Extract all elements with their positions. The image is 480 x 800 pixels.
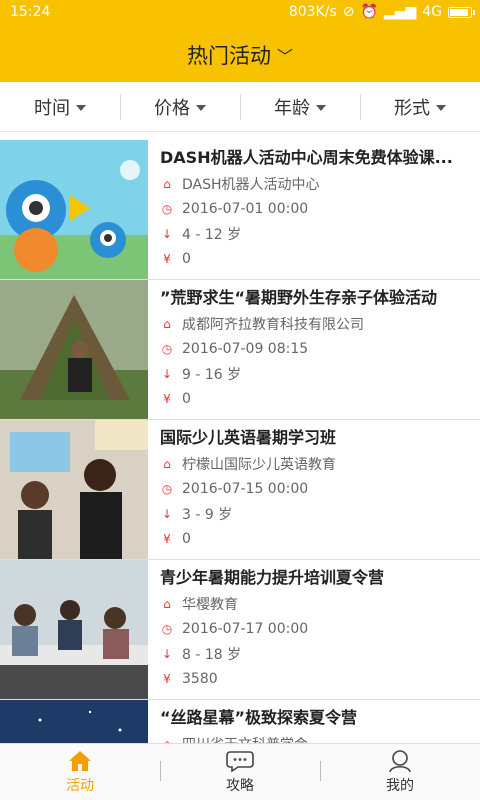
nav-guides[interactable]: 攻略: [160, 744, 320, 800]
status-bar: 15:24 803K/s ⊘ ⏰ ▂▄▆ 4G: [0, 0, 480, 26]
activity-info: ”荒野求生“暑期野外生存亲子体验活动 ⌂ 成都阿齐拉教育科技有限公司 ◷ 2016-…: [160, 280, 474, 408]
chat-bubble-icon: [226, 751, 254, 773]
nav-label: 攻略: [226, 778, 254, 794]
filter-age[interactable]: 年龄: [240, 82, 360, 131]
activity-info: 国际少儿英语暑期学习班 ⌂ 柠檬山国际少儿英语教育 ◷ 2016-07-15 00:…: [160, 420, 474, 548]
app-header: 热门活动 ﹀: [0, 26, 480, 82]
clock-icon: ◷: [161, 342, 173, 356]
network-type: 4G: [422, 4, 442, 20]
home-icon: [69, 751, 91, 771]
battery-icon: [448, 6, 475, 18]
clock-icon: ◷: [161, 202, 173, 216]
filter-label: 年龄: [274, 97, 310, 119]
activity-info: DASH机器人活动中心周末免费体验课... ⌂ DASH机器人活动中心 ◷ 2016…: [160, 140, 474, 268]
activity-title: ”荒野求生“暑期野外生存亲子体验活动: [160, 288, 438, 307]
activity-item[interactable]: ”荒野求生“暑期野外生存亲子体验活动 ⌂ 成都阿齐拉教育科技有限公司 ◷ 2016-…: [0, 280, 480, 420]
activity-org: ⌂ DASH机器人活动中心: [160, 175, 474, 193]
activity-date: ◷ 2016-07-15 00:00: [161, 481, 309, 497]
filter-time[interactable]: 时间: [0, 82, 120, 131]
activity-title: 青少年暑期能力提升培训夏令营: [160, 568, 385, 587]
status-time: 15:24: [10, 4, 51, 20]
filter-label: 价格: [154, 97, 190, 119]
activity-price: ¥3580: [160, 670, 474, 688]
user-icon: [389, 750, 411, 773]
activity-age: ↓ 3 - 9 岁: [161, 507, 233, 523]
activity-thumbnail: [0, 700, 148, 743]
activity-item[interactable]: 国际少儿英语暑期学习班 ⌂ 柠檬山国际少儿英语教育 ◷ 2016-07-15 00:…: [0, 420, 480, 560]
activity-date: ◷ 2016-07-09 08:15: [161, 341, 309, 357]
chevron-down-icon: ﹀: [276, 47, 293, 66]
caret-down-icon: [436, 104, 446, 111]
activity-price: ¥0: [160, 530, 474, 548]
yen-icon: ¥: [163, 672, 171, 686]
activity-thumbnail: [0, 560, 148, 699]
activity-item[interactable]: 青少年暑期能力提升培训夏令营 ⌂ 华樱教育 ◷ 2016-07-17 00:00 ↓…: [0, 560, 480, 700]
home-icon: ⌂: [163, 177, 171, 191]
activity-title: “丝路星幕”极致探索夏令营: [160, 708, 358, 727]
activity-org: ⌂ 华樱教育: [160, 595, 474, 613]
nav-activities[interactable]: 活动: [0, 744, 160, 800]
yen-icon: ¥: [163, 252, 171, 266]
yen-icon: ¥: [163, 392, 171, 406]
home-icon: ⌂: [163, 597, 171, 611]
activity-title: 国际少儿英语暑期学习班: [160, 428, 337, 447]
nav-profile[interactable]: 我的: [320, 744, 480, 800]
activity-title: DASH机器人活动中心周末免费体验课...: [160, 148, 453, 167]
filter-label: 形式: [394, 97, 430, 119]
activity-thumbnail: [0, 280, 148, 419]
activity-info: 青少年暑期能力提升培训夏令营 ⌂ 华樱教育 ◷ 2016-07-17 00:00 ↓…: [160, 560, 474, 688]
home-icon: ⌂: [163, 457, 171, 471]
activity-age: ↓ 9 - 16 岁: [161, 367, 242, 383]
home-icon: ⌂: [163, 317, 171, 331]
activity-list: DASH机器人活动中心周末免费体验课... ⌂ DASH机器人活动中心 ◷ 2016…: [0, 140, 480, 743]
clock-icon: ◷: [161, 622, 173, 636]
activity-price: ¥0: [160, 390, 474, 408]
network-speed: 803K/s: [288, 4, 337, 20]
sort-number-icon: ↓: [161, 227, 173, 241]
filter-format[interactable]: 形式: [360, 82, 480, 131]
category-dropdown[interactable]: 热门活动 ﹀: [0, 40, 480, 70]
mute-icon: ⊘: [342, 4, 355, 20]
caret-down-icon: [76, 104, 86, 111]
sort-number-icon: ↓: [161, 367, 173, 381]
bottom-nav: 活动 攻略 我的: [0, 743, 480, 800]
activity-age: ↓ 8 - 18 岁: [161, 647, 242, 663]
activity-price: ¥0: [160, 250, 474, 268]
filter-bar: 时间 价格 年龄 形式: [0, 82, 480, 132]
activity-item[interactable]: DASH机器人活动中心周末免费体验课... ⌂ DASH机器人活动中心 ◷ 2016…: [0, 140, 480, 280]
sort-number-icon: ↓: [161, 507, 173, 521]
activity-thumbnail: [0, 140, 148, 279]
nav-label: 我的: [386, 778, 414, 794]
activity-org: ⌂四川省天文科普学会: [160, 735, 474, 743]
signal-icon: ▂▄▆: [383, 4, 417, 20]
activity-item[interactable]: “丝路星幕”极致探索夏令营 ⌂四川省天文科普学会: [0, 700, 480, 743]
activity-date: ◷ 2016-07-01 00:00: [161, 201, 309, 217]
status-indicators: 803K/s ⊘ ⏰ ▂▄▆ 4G: [288, 4, 475, 20]
sort-number-icon: ↓: [161, 647, 173, 661]
yen-icon: ¥: [163, 532, 171, 546]
activity-org: ⌂ 柠檬山国际少儿英语教育: [160, 455, 474, 473]
caret-down-icon: [316, 104, 326, 111]
filter-label: 时间: [34, 97, 70, 119]
activity-org: ⌂ 成都阿齐拉教育科技有限公司: [160, 315, 474, 333]
activity-age: ↓ 4 - 12 岁: [161, 227, 242, 243]
clock-icon: ◷: [161, 482, 173, 496]
filter-price[interactable]: 价格: [120, 82, 240, 131]
page-title: 热门活动: [186, 44, 271, 68]
nav-label: 活动: [66, 778, 94, 794]
activity-date: ◷ 2016-07-17 00:00: [161, 621, 309, 637]
caret-down-icon: [196, 104, 206, 111]
activity-thumbnail: [0, 420, 148, 559]
activity-info: “丝路星幕”极致探索夏令营 ⌂四川省天文科普学会: [160, 700, 474, 743]
alarm-icon: ⏰: [360, 4, 378, 20]
